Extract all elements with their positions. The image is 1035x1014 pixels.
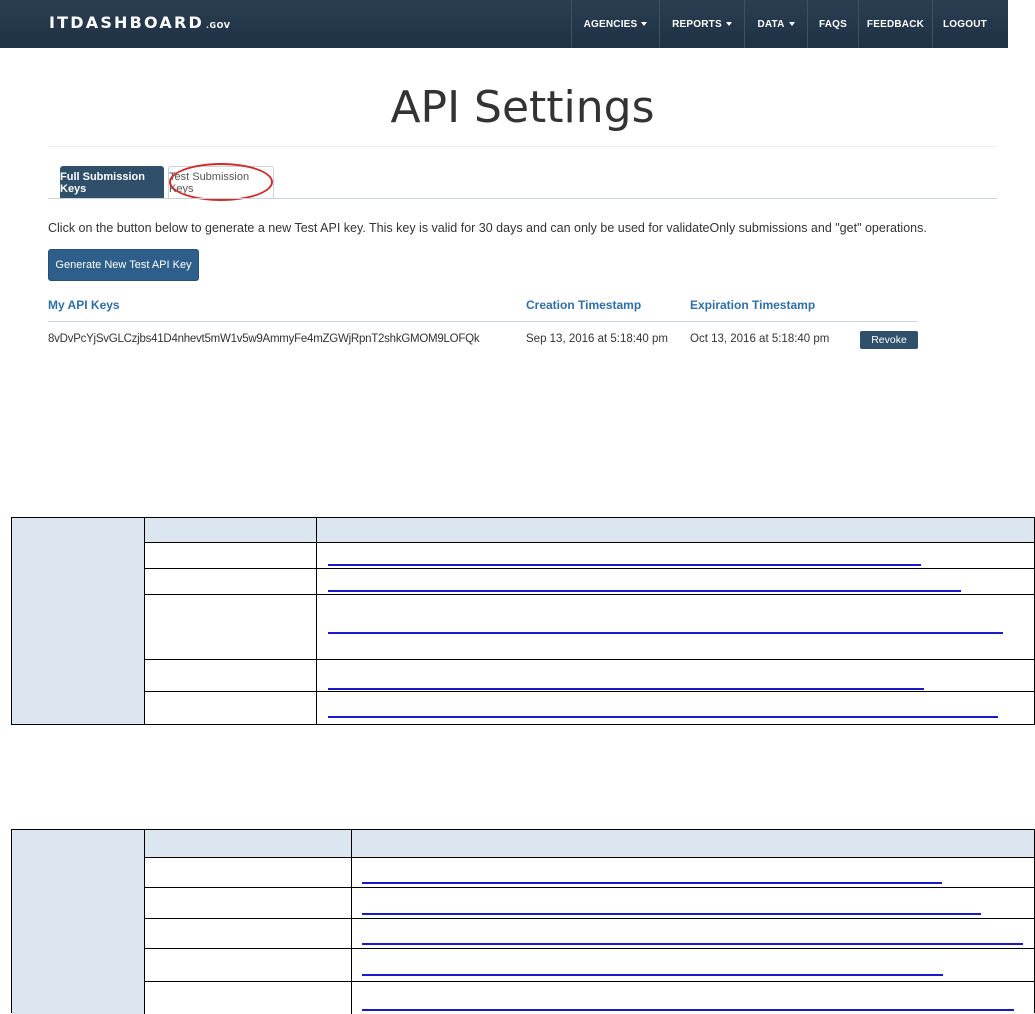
nav-feedback-label: FEEDBACK (866, 18, 925, 30)
doc-table-header-cell (317, 518, 1034, 543)
nav-faqs-label: FAQS (818, 18, 848, 30)
doc-link[interactable] (328, 688, 924, 690)
doc-table-header-cell (145, 518, 317, 543)
doc-table-cell (145, 660, 317, 692)
doc-table-side-cell (12, 518, 145, 724)
doc-table-cell (352, 888, 1034, 919)
header-my-api-keys: My API Keys (48, 298, 120, 312)
title-divider (48, 146, 997, 147)
doc-table-cell (317, 569, 1034, 595)
expiration-timestamp-value: Oct 13, 2016 at 5:18:40 pm (690, 333, 830, 345)
doc-table-2 (11, 829, 1035, 1014)
tab-test-submission-keys[interactable]: Test Submission Keys (168, 166, 274, 199)
nav-data-label: DATA (757, 18, 785, 30)
tab-full-submission-keys[interactable]: Full Submission Keys (60, 166, 164, 199)
brand-suffix: .GOV (206, 21, 231, 30)
doc-table-cell (352, 949, 1034, 982)
doc-table-header-cell (352, 830, 1034, 858)
doc-table-cell (352, 982, 1034, 1014)
nav-logout-label: LOGOUT (943, 18, 987, 30)
nav-feedback[interactable]: FEEDBACK (859, 0, 932, 48)
doc-link[interactable] (362, 943, 1023, 945)
doc-link[interactable] (362, 882, 942, 884)
nav-agencies[interactable]: AGENCIES (572, 0, 659, 48)
doc-link[interactable] (328, 716, 998, 718)
doc-table-header-cell (145, 830, 352, 858)
header-creation-timestamp: Creation Timestamp (526, 298, 642, 312)
revoke-button[interactable]: Revoke (860, 331, 918, 349)
doc-table-cell (317, 595, 1034, 660)
caret-down-icon (788, 22, 795, 26)
top-navbar: ITDASHBOARD .GOV AGENCIES REPORTS DATA FA… (0, 0, 1008, 48)
doc-table-cell (145, 888, 352, 919)
doc-link[interactable] (362, 913, 981, 915)
doc-link[interactable] (328, 564, 921, 566)
doc-table-side-cell (12, 830, 145, 1014)
doc-link[interactable] (328, 632, 1003, 634)
brand-logo[interactable]: ITDASHBOARD .GOV (49, 13, 230, 32)
nav-reports[interactable]: REPORTS (660, 0, 744, 48)
nav-reports-label: REPORTS (672, 18, 722, 30)
doc-table-cell (145, 569, 317, 595)
doc-table-cell (145, 595, 317, 660)
doc-table-cell (317, 543, 1034, 569)
doc-link[interactable] (328, 590, 961, 592)
generate-test-api-key-button[interactable]: Generate New Test API Key (48, 249, 199, 281)
keys-header-divider (48, 321, 918, 322)
doc-table-cell (317, 692, 1034, 724)
doc-table-cell (352, 858, 1034, 888)
api-key-value: 8vDvPcYjSvGLCzjbs41D4nhevt5mW1v5w9AmmyFe… (48, 333, 480, 345)
doc-table-cell (145, 543, 317, 569)
doc-table-cell (145, 692, 317, 724)
nav-data[interactable]: DATA (745, 0, 807, 48)
doc-table-cell (145, 949, 352, 982)
tab-divider (48, 198, 997, 199)
doc-table-cell (145, 919, 352, 949)
nav-logout[interactable]: LOGOUT (933, 0, 997, 48)
doc-table-cell (352, 919, 1034, 949)
doc-table-cell (145, 858, 352, 888)
caret-down-icon (725, 22, 732, 26)
doc-table-cell (145, 982, 352, 1014)
nav-agencies-label: AGENCIES (583, 18, 638, 30)
doc-table-1 (11, 517, 1035, 725)
creation-timestamp-value: Sep 13, 2016 at 5:18:40 pm (526, 333, 668, 345)
header-expiration-timestamp: Expiration Timestamp (690, 298, 816, 312)
nav-faqs[interactable]: FAQS (808, 0, 858, 48)
caret-down-icon (641, 22, 648, 26)
brand-name: ITDASHBOARD (49, 13, 204, 32)
doc-link[interactable] (362, 974, 943, 976)
doc-table-cell (317, 660, 1034, 692)
instructions-text: Click on the button below to generate a … (48, 221, 927, 235)
page-title: API Settings (390, 82, 655, 133)
doc-link[interactable] (362, 1009, 1014, 1011)
